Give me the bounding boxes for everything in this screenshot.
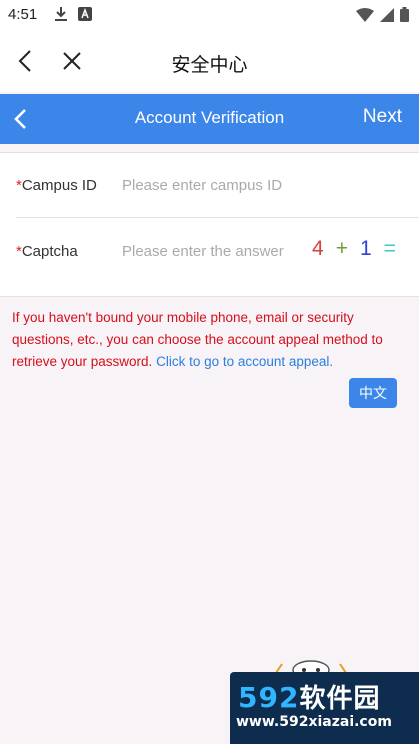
language-toggle-button[interactable]: 中文 [349,378,397,408]
captcha-equals: = [383,237,396,260]
battery-icon [400,7,409,22]
captcha-input[interactable] [122,239,302,263]
campus-id-label-text: Campus ID [21,177,97,194]
verification-form: *Campus ID *Captcha 4 + 1 = [0,152,419,297]
status-notifications [54,6,92,22]
watermark-brand: 592软件园 [238,678,380,715]
verification-header: Account Verification Next [0,94,419,144]
account-appeal-link[interactable]: Click to go to account appeal. [156,354,333,369]
top-navigation: 安全中心 [0,30,419,92]
watermark: 592软件园 www.592xiazai.com [230,672,419,744]
status-system-icons [356,7,409,22]
watermark-url: www.592xiazai.com [236,714,392,730]
captcha-digit-2: 1 [359,237,372,260]
font-app-icon [78,7,92,21]
wifi-icon [356,7,374,22]
download-icon [55,7,67,21]
watermark-number: 592 [238,681,300,714]
captcha-row: *Captcha 4 + 1 = [16,219,419,283]
page-title: 安全中心 [171,54,248,76]
campus-id-label: *Campus ID [16,177,97,194]
appeal-notice: If you haven't bound your mobile phone, … [12,307,404,373]
campus-id-input[interactable] [122,173,302,197]
signal-icon [380,7,394,22]
status-time: 4:51 [8,6,38,23]
header-title: Account Verification [134,108,285,127]
captcha-image[interactable]: 4 + 1 = [312,237,396,261]
captcha-label: *Captcha [16,243,78,260]
status-bar: 4:51 [0,0,419,30]
captcha-operator: + [335,237,348,260]
campus-id-row: *Campus ID [16,153,419,218]
next-button[interactable]: Next [363,106,402,128]
captcha-digit-1: 4 [312,237,324,260]
watermark-brand-text: 软件园 [299,684,381,714]
captcha-label-text: Captcha [21,243,78,260]
